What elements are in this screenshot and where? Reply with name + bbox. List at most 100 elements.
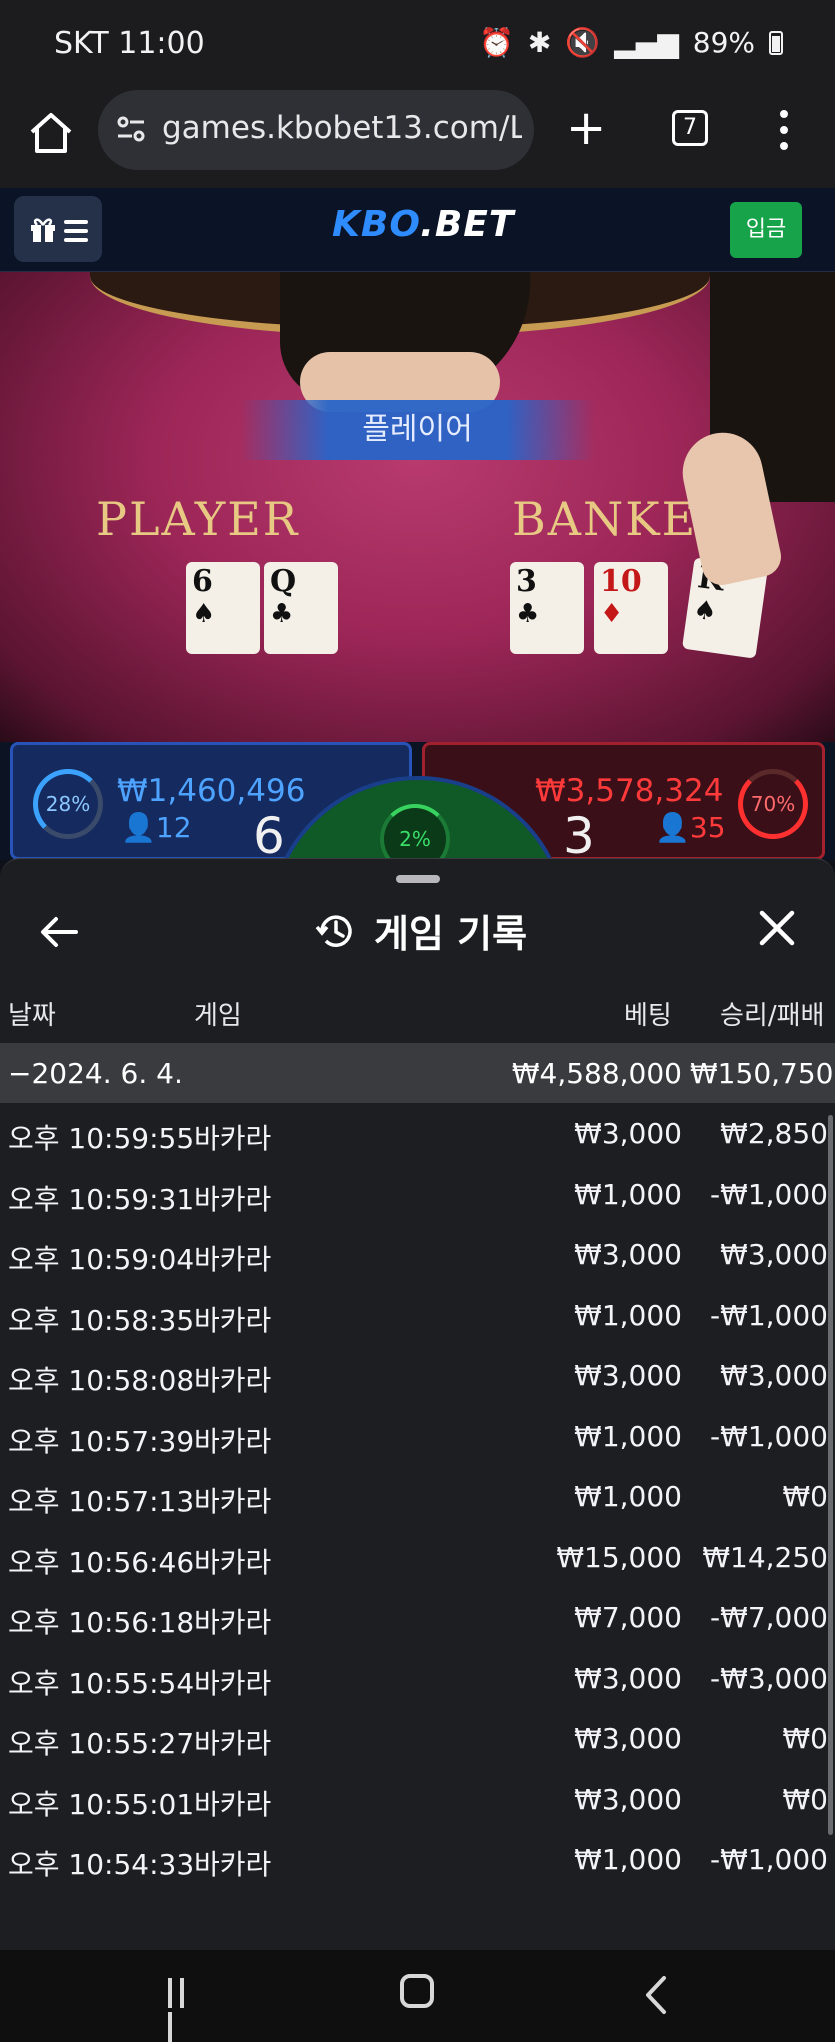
row-game: 바카라 bbox=[194, 1424, 272, 1458]
card-rank: Q bbox=[270, 564, 297, 599]
group-date: −2024. 6. 4. bbox=[8, 1057, 183, 1090]
arrow-left-icon[interactable] bbox=[36, 909, 82, 955]
card-suit: ♦ bbox=[600, 599, 624, 629]
row-result: ₩2,850 bbox=[720, 1117, 828, 1150]
logo-kbo: KBO bbox=[332, 204, 421, 245]
deposit-button[interactable]: 입금 bbox=[730, 202, 802, 258]
player-bettor-count: 👤12 bbox=[121, 811, 192, 844]
history-row[interactable]: 오후 10:59:55 바카라 ₩3,000 ₩2,850 bbox=[0, 1103, 835, 1164]
scrollbar[interactable] bbox=[828, 1115, 833, 1835]
home-button[interactable] bbox=[400, 1974, 434, 2008]
banker-score: 3 bbox=[563, 807, 595, 860]
signal-icon: ▂▄▆ bbox=[614, 26, 679, 59]
history-row[interactable]: 오후 10:57:13 바카라 ₩1,000 ₩0 bbox=[0, 1466, 835, 1527]
banker-card: 10 ♦ bbox=[594, 562, 668, 654]
row-result: -₩1,000 bbox=[710, 1843, 828, 1876]
tab-switcher-button[interactable]: 7 bbox=[672, 110, 708, 146]
banker-card: 3 ♣ bbox=[510, 562, 584, 654]
row-bet: ₩3,000 bbox=[574, 1359, 682, 1392]
row-result: ₩3,000 bbox=[720, 1359, 828, 1392]
row-bet: ₩3,000 bbox=[574, 1117, 682, 1150]
site-settings-icon[interactable] bbox=[114, 112, 148, 146]
battery-text: 89% bbox=[692, 26, 755, 59]
player-card: Q ♣ bbox=[264, 562, 338, 654]
row-time: 오후 10:57:13 bbox=[8, 1485, 195, 1518]
game-video: 플레이어 PLAYER BANKER 6 ♠ Q ♣ 3 ♣ 10 ♦ K ♠ bbox=[0, 272, 835, 742]
row-bet: ₩3,000 bbox=[574, 1722, 682, 1755]
logo-bet: .BET bbox=[420, 204, 515, 245]
history-row[interactable]: 오후 10:58:35 바카라 ₩1,000 -₩1,000 bbox=[0, 1285, 835, 1346]
address-bar[interactable]: games.kbobet13.com/Lai bbox=[98, 90, 534, 170]
sheet-drag-handle[interactable] bbox=[396, 875, 440, 883]
row-bet: ₩7,000 bbox=[574, 1601, 682, 1634]
row-game: 바카라 bbox=[194, 1666, 272, 1700]
history-row[interactable]: 오후 10:58:08 바카라 ₩3,000 ₩3,000 bbox=[0, 1345, 835, 1406]
card-rank: 3 bbox=[516, 564, 537, 599]
row-result: -₩7,000 bbox=[710, 1601, 828, 1634]
history-row[interactable]: 오후 10:55:27 바카라 ₩3,000 ₩0 bbox=[0, 1708, 835, 1769]
row-bet: ₩1,000 bbox=[574, 1843, 682, 1876]
new-tab-icon[interactable]: + bbox=[566, 104, 606, 152]
column-header-bet: 베팅 bbox=[624, 1001, 672, 1031]
card-suit: ♣ bbox=[270, 599, 294, 629]
history-row[interactable]: 오후 10:54:33 바카라 ₩1,000 -₩1,000 bbox=[0, 1829, 835, 1890]
history-row[interactable]: 오후 10:57:39 바카라 ₩1,000 -₩1,000 bbox=[0, 1406, 835, 1467]
hamburger-icon bbox=[64, 220, 88, 247]
row-game: 바카라 bbox=[194, 1364, 272, 1397]
history-row[interactable]: 오후 10:55:54 바카라 ₩3,000 -₩3,000 bbox=[0, 1648, 835, 1709]
row-time: 오후 10:59:55 bbox=[8, 1122, 195, 1155]
card-rank: 10 bbox=[600, 564, 642, 599]
more-vert-icon[interactable] bbox=[774, 106, 794, 156]
banker-percent: 70% bbox=[738, 769, 808, 839]
close-icon[interactable] bbox=[754, 905, 800, 951]
gift-menu-button[interactable] bbox=[14, 196, 102, 262]
group-total-bet: ₩4,588,000 bbox=[511, 1057, 682, 1090]
row-time: 오후 10:59:04 bbox=[8, 1243, 195, 1276]
row-time: 오후 10:56:46 bbox=[8, 1545, 195, 1579]
home-icon[interactable] bbox=[26, 108, 76, 158]
history-row[interactable]: 오후 10:59:31 바카라 ₩1,000 -₩1,000 bbox=[0, 1164, 835, 1225]
row-time: 오후 10:55:27 bbox=[8, 1727, 195, 1760]
banker-bet-amount: ₩3,578,324 bbox=[535, 773, 724, 809]
row-time: 오후 10:59:31 bbox=[8, 1182, 195, 1216]
back-icon[interactable] bbox=[636, 1972, 676, 2018]
row-result: -₩1,000 bbox=[710, 1177, 828, 1211]
user-icon: 👤 bbox=[655, 811, 690, 844]
row-result: ₩0 bbox=[782, 1782, 829, 1816]
row-game: 바카라 bbox=[194, 1122, 272, 1155]
row-game: 바카라 bbox=[194, 1303, 272, 1337]
row-game: 바카라 bbox=[194, 1848, 272, 1881]
recent-apps-icon[interactable] bbox=[168, 1978, 202, 2042]
date-group-row[interactable]: −2024. 6. 4. ₩4,588,000 ₩150,750 bbox=[0, 1043, 835, 1103]
row-result: ₩0 bbox=[782, 1722, 829, 1755]
banker-bettor-count: 👤35 bbox=[655, 811, 726, 844]
row-bet: ₩1,000 bbox=[574, 1480, 682, 1513]
card-suit: ♣ bbox=[516, 599, 540, 629]
site-header: KBO.BET 입금 bbox=[0, 188, 835, 272]
row-time: 오후 10:54:33 bbox=[8, 1848, 195, 1881]
row-game: 바카라 bbox=[194, 1545, 272, 1579]
row-game: 바카라 bbox=[194, 1787, 272, 1821]
history-row[interactable]: 오후 10:56:46 바카라 ₩15,000 ₩14,250 bbox=[0, 1527, 835, 1588]
site-logo[interactable]: KBO.BET bbox=[332, 204, 514, 245]
browser-toolbar: games.kbobet13.com/Lai + 7 bbox=[0, 88, 835, 188]
row-result: -₩3,000 bbox=[710, 1661, 828, 1695]
row-time: 오후 10:57:39 bbox=[8, 1424, 195, 1458]
status-carrier-time: SKT 11:00 bbox=[54, 26, 205, 61]
status-icons: ⏰ ✱ 🔇 ▂▄▆ 89% bbox=[479, 26, 783, 59]
status-bar: SKT 11:00 ⏰ ✱ 🔇 ▂▄▆ 89% bbox=[0, 0, 835, 88]
history-icon bbox=[315, 914, 352, 947]
battery-icon bbox=[769, 30, 783, 55]
bet-summary: 28% ₩1,460,496 👤12 6 ₩3,578,324 👤35 3 70… bbox=[0, 742, 835, 860]
card-rank: 6 bbox=[192, 564, 213, 599]
row-bet: ₩15,000 bbox=[556, 1540, 682, 1574]
row-time: 오후 10:55:54 bbox=[8, 1666, 195, 1700]
history-row[interactable]: 오후 10:56:18 바카라 ₩7,000 -₩7,000 bbox=[0, 1587, 835, 1648]
row-game: 바카라 bbox=[194, 1727, 272, 1760]
row-time: 오후 10:58:08 bbox=[8, 1364, 195, 1397]
history-row[interactable]: 오후 10:59:04 바카라 ₩3,000 ₩3,000 bbox=[0, 1224, 835, 1285]
history-row[interactable]: 오후 10:55:01 바카라 ₩3,000 ₩0 bbox=[0, 1769, 835, 1830]
row-time: 오후 10:56:18 bbox=[8, 1606, 195, 1639]
gift-icon bbox=[31, 218, 55, 242]
row-result: -₩1,000 bbox=[710, 1419, 828, 1453]
